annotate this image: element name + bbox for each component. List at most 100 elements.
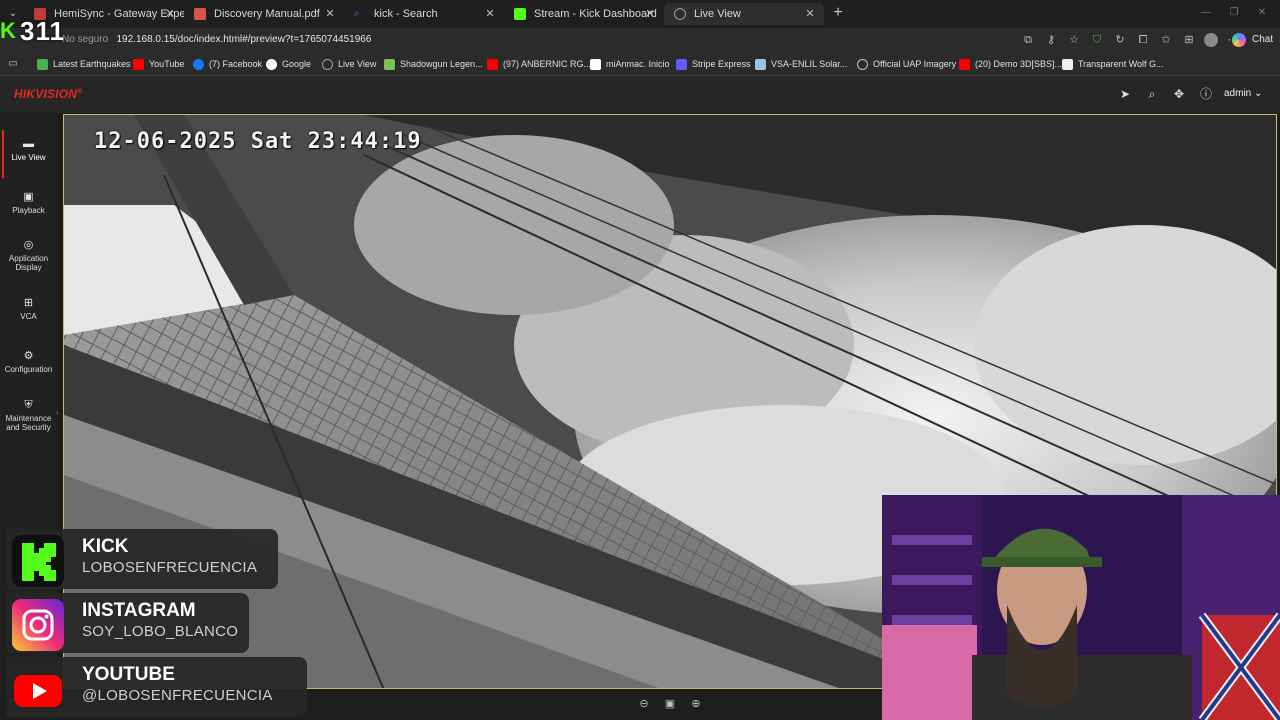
kick-icon <box>12 535 64 587</box>
sidebar-toggle-icon[interactable]: ▭ <box>6 57 20 71</box>
copilot-icon <box>1232 33 1246 47</box>
streamer-webcam <box>882 495 1280 720</box>
bookmark-google[interactable]: Google <box>266 56 311 72</box>
favorites-icon[interactable]: ✩ <box>1158 32 1174 48</box>
search-favicon-icon: ⌕ <box>354 8 360 19</box>
bookmark-shadowgun[interactable]: Shadowgun Legen... <box>384 56 483 72</box>
key-icon[interactable]: ⚷ <box>1043 32 1059 48</box>
send-icon[interactable]: ➤ <box>1117 86 1133 102</box>
bookmark-label: miAnmac. Inicio <box>606 59 670 69</box>
bookmark-stripe-express[interactable]: Stripe Express <box>676 56 751 72</box>
social-handle: @LOBOSENFRECUENCIA <box>82 687 273 704</box>
page-icon <box>1062 59 1073 70</box>
close-window-icon[interactable]: ✕ <box>1255 6 1269 20</box>
search-icon[interactable]: ⌕ <box>1144 86 1160 102</box>
application-icon: ◎ <box>23 239 34 251</box>
youtube-icon <box>133 59 144 70</box>
maximize-icon[interactable]: ❐ <box>1227 6 1241 20</box>
bookmark-anbernic[interactable]: (97) ANBERNIC RG... <box>487 56 591 72</box>
kick-favicon-icon <box>514 8 526 20</box>
social-title: YOUTUBE <box>82 664 175 685</box>
tab-close-icon[interactable]: ✕ <box>324 3 336 25</box>
maintenance-icon: ⛨ <box>24 399 33 411</box>
tab-close-icon[interactable]: ✕ <box>804 3 816 25</box>
user-menu[interactable]: admin ⌄ <box>1224 87 1262 101</box>
bookmark-label: VSA-ENLIL Solar... <box>771 59 848 69</box>
globe-icon <box>857 59 868 70</box>
social-kick: KICK LOBOSENFRECUENCIA <box>6 529 278 589</box>
browser-tab-discovery-manual[interactable]: Discovery Manual.pdf ✕ <box>184 3 344 25</box>
chat-label: Chat <box>1252 34 1274 45</box>
bookmark-latest-earthquakes[interactable]: Latest Earthquakes <box>37 56 131 72</box>
browser-tab-kick-search[interactable]: ⌕ kick - Search ✕ <box>344 3 504 25</box>
instagram-icon <box>12 599 64 651</box>
nav-label: Configuration <box>4 365 53 374</box>
profile-avatar-icon[interactable] <box>1204 33 1218 47</box>
username: admin <box>1224 88 1252 99</box>
bookmark-uap-imagery[interactable]: Official UAP Imagery <box>857 56 956 72</box>
youtube-icon <box>12 663 64 715</box>
monitor-icon: ▬ <box>23 138 34 150</box>
bookmark-label: Latest Earthquakes <box>53 59 131 69</box>
tools-icon[interactable]: ✥ <box>1171 86 1187 102</box>
tab-title: kick - Search <box>374 8 438 20</box>
nav-playback[interactable]: ▣ Playback <box>0 191 57 215</box>
nav-live-view[interactable]: ▬ Live View <box>0 130 57 178</box>
extensions-icon[interactable]: ⧠ <box>1135 32 1151 48</box>
tab-title: Stream - Kick Dashboard <box>534 8 657 20</box>
bookmark-transparent-wolf[interactable]: Transparent Wolf G... <box>1062 56 1164 72</box>
browser-tab-strip: ⌄ HemiSync - Gateway Experience - ✕ Disc… <box>0 0 1280 28</box>
minimize-icon[interactable]: — <box>1199 6 1213 20</box>
webcam-image <box>882 495 1280 720</box>
bookmark-label: Google <box>282 59 312 69</box>
copilot-chat-button[interactable]: Chat <box>1232 32 1273 48</box>
url-field[interactable]: No seguro 192.168.0.15/doc/index.html#/p… <box>62 33 371 47</box>
bookmark-label: Live View <box>338 59 377 69</box>
bookmark-label: (97) ANBERNIC RG... <box>503 59 592 69</box>
tab-close-icon[interactable]: ✕ <box>164 3 176 25</box>
tab-close-icon[interactable]: ✕ <box>644 3 656 25</box>
bookmark-mianmac[interactable]: miAnmac. Inicio <box>590 56 670 72</box>
url-text: 192.168.0.15/doc/index.html#/preview?t=1… <box>116 34 372 45</box>
bookmark-facebook[interactable]: (7) Facebook <box>193 56 262 72</box>
globe-icon <box>322 59 333 70</box>
info-icon[interactable]: ⓘ <box>1198 86 1214 102</box>
previous-icon[interactable]: ⊖ <box>637 697 651 711</box>
collections-icon[interactable]: ⊞ <box>1181 32 1197 48</box>
next-icon[interactable]: ⊕ <box>689 697 703 711</box>
tab-close-icon[interactable]: ✕ <box>484 3 496 25</box>
vca-icon: ⊞ <box>23 297 34 309</box>
pdf-favicon-icon <box>194 8 206 20</box>
bookmark-label: Transparent Wolf G... <box>1078 59 1164 69</box>
sidebar-collapse-handle[interactable]: › <box>56 408 60 422</box>
playback-icon: ▣ <box>23 191 34 203</box>
bookmark-label: (7) Facebook <box>209 59 263 69</box>
social-title: INSTAGRAM <box>82 600 196 621</box>
bookmark-label: Shadowgun Legen... <box>400 59 483 69</box>
bookmark-live-view[interactable]: Live View <box>322 56 376 72</box>
browser-tab-kick-dashboard[interactable]: Stream - Kick Dashboard ✕ <box>504 3 664 25</box>
bookmark-label: YouTube <box>149 59 185 69</box>
new-tab-button[interactable]: + <box>830 5 846 21</box>
bookmark-demo-3d[interactable]: (20) Demo 3D[SBS]... <box>959 56 1062 72</box>
shield-extension-icon[interactable]: ⛉ <box>1089 32 1105 48</box>
refresh-extension-icon[interactable]: ↻ <box>1112 32 1128 48</box>
globe-favicon-icon <box>674 8 686 20</box>
browser-tab-live-view[interactable]: Live View ✕ <box>664 3 824 25</box>
stripe-icon <box>676 59 687 70</box>
nav-vca[interactable]: ⊞ VCA <box>0 297 57 321</box>
facebook-icon <box>193 59 204 70</box>
address-bar[interactable]: No seguro 192.168.0.15/doc/index.html#/p… <box>0 28 1280 52</box>
viewer-count-badge: K 311 <box>0 18 84 44</box>
nav-application-display[interactable]: ◎ Application Display <box>0 239 57 272</box>
bookmark-youtube[interactable]: YouTube <box>133 56 184 72</box>
bookmark-vsa-enlil[interactable]: VSA-ENLIL Solar... <box>755 56 847 72</box>
nav-configuration[interactable]: ⚙ Configuration <box>0 350 57 374</box>
social-instagram: INSTAGRAM SOY_LOBO_BLANCO <box>6 593 249 653</box>
nav-maintenance-security[interactable]: ⛨ Maintenance and Security <box>0 399 57 432</box>
layout-icon[interactable]: ▣ <box>663 697 677 711</box>
anmac-icon <box>590 59 601 70</box>
translate-icon[interactable]: ⧉ <box>1020 32 1036 48</box>
android-icon <box>384 59 395 70</box>
favorite-star-icon[interactable]: ☆ <box>1066 32 1082 48</box>
